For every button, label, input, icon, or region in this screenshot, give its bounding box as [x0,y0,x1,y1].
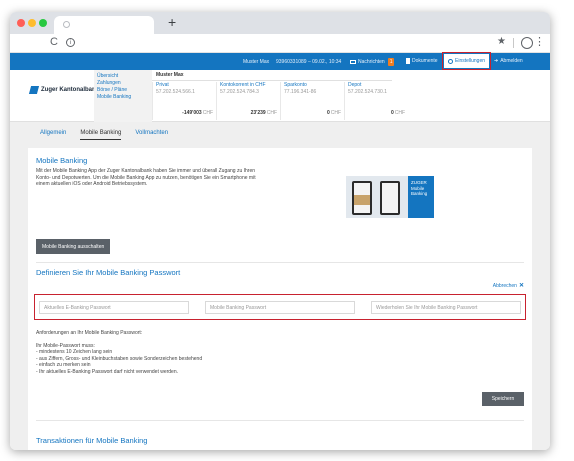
settings-tabs: Allgemein Mobile Banking Vollmachten [40,130,168,140]
account-name: Privat [156,82,169,88]
mobile-banking-promo-image: ZUGER Mobile Banking [346,176,434,218]
password-requirements: Anforderungen an Ihr Mobile Banking Pass… [36,330,202,375]
close-window-button[interactable] [17,19,25,27]
browser-address-bar: C i ★ ⋮ [10,34,550,53]
password-section-title: Definieren Sie Ihr Mobile Banking Passwo… [36,268,181,277]
account-amount: 0 [326,110,330,116]
account-number: 57.202.524.730.1 [348,89,387,95]
section-divider [36,262,524,263]
bank-logo[interactable]: Zuger Kantonalbank [28,86,100,94]
quick-link-payments[interactable]: Zahlungen [97,80,152,87]
messages-count-badge: 1 [387,58,395,66]
phone-image [352,181,372,215]
account-number: 57.202.524.784.3 [220,89,259,95]
url-input[interactable] [82,37,498,50]
mail-icon [350,60,356,64]
mobile-password-input[interactable]: Mobile Banking Passwort [205,301,355,314]
browser-window: + C i ★ ⋮ Muster Max 93960331089 – 09.02… [10,12,550,450]
account-balance: -149'003CHF [182,110,213,116]
settings-link[interactable]: Einstellungen [441,52,492,70]
current-password-input[interactable]: Aktuelles E-Banking Passwort [39,301,189,314]
account-divider [152,80,392,81]
account-currency: CHF [266,110,277,116]
mobile-banking-title: Mobile Banking [36,156,88,165]
account-card[interactable]: Depot 57.202.524.730.1 0CHF [344,82,408,120]
mobile-banking-card: Mobile Banking Mit der Mobile Banking Ap… [28,148,532,450]
account-currency: CHF [394,110,405,116]
phone-image [380,181,400,215]
user-name: Muster Max [243,59,270,65]
profile-icon[interactable] [521,37,533,49]
account-currency: CHF [202,110,213,116]
account-balance: 23'239CHF [251,110,277,116]
cancel-link[interactable]: Abbrechen ✕ [492,282,524,290]
account-amount: 0 [390,110,394,116]
contract-info: 93960331089 – 09.02., 10:34 [276,59,342,65]
account-balance: 0CHF [391,110,405,116]
logout-label: Abmelden [500,58,523,64]
documents-label: Dokumente [412,58,438,64]
account-currency: CHF [330,110,341,116]
tab-favicon-icon [63,21,70,28]
account-amount: -149'003 [182,110,202,116]
account-name: Kontokorrent in CHF [220,82,266,88]
zoom-window-button[interactable] [39,19,47,27]
description-line: einem aktuellen iOS oder Android Betrieb… [36,181,148,187]
tab-general[interactable]: Allgemein [40,130,66,140]
settings-content: Allgemein Mobile Banking Vollmachten Mob… [10,122,550,450]
tab-power-of-attorney[interactable]: Vollmachten [135,130,168,140]
browser-tab[interactable] [54,16,154,34]
reload-icon[interactable]: C [50,36,58,48]
bank-name: Zuger Kantonalbank [41,87,100,93]
bank-logo-icon [28,86,40,94]
settings-label: Einstellungen [455,58,486,64]
account-number: 77.196.341-86 [284,89,317,95]
site-info-icon[interactable]: i [66,38,75,47]
minimize-window-button[interactable] [28,19,36,27]
mobile-banking-description: Mit der Mobile Banking App der Zuger Kan… [36,168,256,188]
description-line: Mit der Mobile Banking App der Zuger Kan… [36,168,256,174]
top-navigation-bar: Muster Max 93960331089 – 09.02., 10:34 N… [10,52,550,70]
account-number: 57.202.524.566.1 [156,89,195,95]
bookmark-star-icon[interactable]: ★ [497,36,506,47]
account-amount: 23'239 [250,110,266,116]
messages-label: Nachrichten [358,59,385,65]
messages-link[interactable]: Nachrichten 1 [350,58,395,66]
requirement-item: - Ihr aktuelles E-Banking Passwort darf … [36,368,179,375]
account-name: Sparkonto [284,82,307,88]
browser-menu-icon[interactable]: ⋮ [534,35,545,48]
promo-label: ZUGER Mobile Banking [408,176,434,218]
toolbar-divider [513,38,514,48]
gear-icon [448,58,453,64]
repeat-password-input[interactable]: Wiederholen Sie Ihr Mobile Banking Passw… [371,301,521,314]
transactions-title: Transaktionen für Mobile Banking [36,436,148,445]
quick-link-stock-exchange[interactable]: Börse / Pläne [97,87,152,94]
account-balance: 0CHF [327,110,341,116]
quick-links: Übersicht Zahlungen Börse / Pläne Mobile… [94,70,152,122]
new-tab-button[interactable]: + [168,14,176,30]
logout-link[interactable]: ➜ Abmelden [494,58,523,64]
account-card[interactable]: Privat 57.202.524.566.1 -149'003CHF [152,82,216,120]
logout-icon: ➜ [494,58,499,64]
close-icon: ✕ [518,283,524,289]
document-icon [406,58,410,64]
account-card[interactable]: Kontokorrent in CHF 57.202.524.784.3 23'… [216,82,280,120]
promo-line: Banking [411,191,428,196]
documents-link[interactable]: Dokumente [406,58,438,64]
account-owner: Muster Max [156,72,184,78]
tab-mobile-banking[interactable]: Mobile Banking [80,130,122,140]
account-name: Depot [348,82,362,88]
cancel-label: Abbrechen [492,282,517,289]
quick-link-overview[interactable]: Übersicht [97,73,152,80]
quick-link-mobile-banking[interactable]: Mobile Banking [97,94,152,101]
disable-mobile-banking-button[interactable]: Mobile Banking ausschalten [36,239,111,254]
save-button[interactable]: Speichern [482,392,524,406]
account-card[interactable]: Sparkonto 77.196.341-86 0CHF [280,82,344,120]
browser-tab-bar: + [10,12,550,34]
bank-header: Zuger Kantonalbank Übersicht Zahlungen B… [10,70,550,122]
section-divider [36,420,524,421]
password-fields-group: Aktuelles E-Banking Passwort Mobile Bank… [34,294,526,320]
